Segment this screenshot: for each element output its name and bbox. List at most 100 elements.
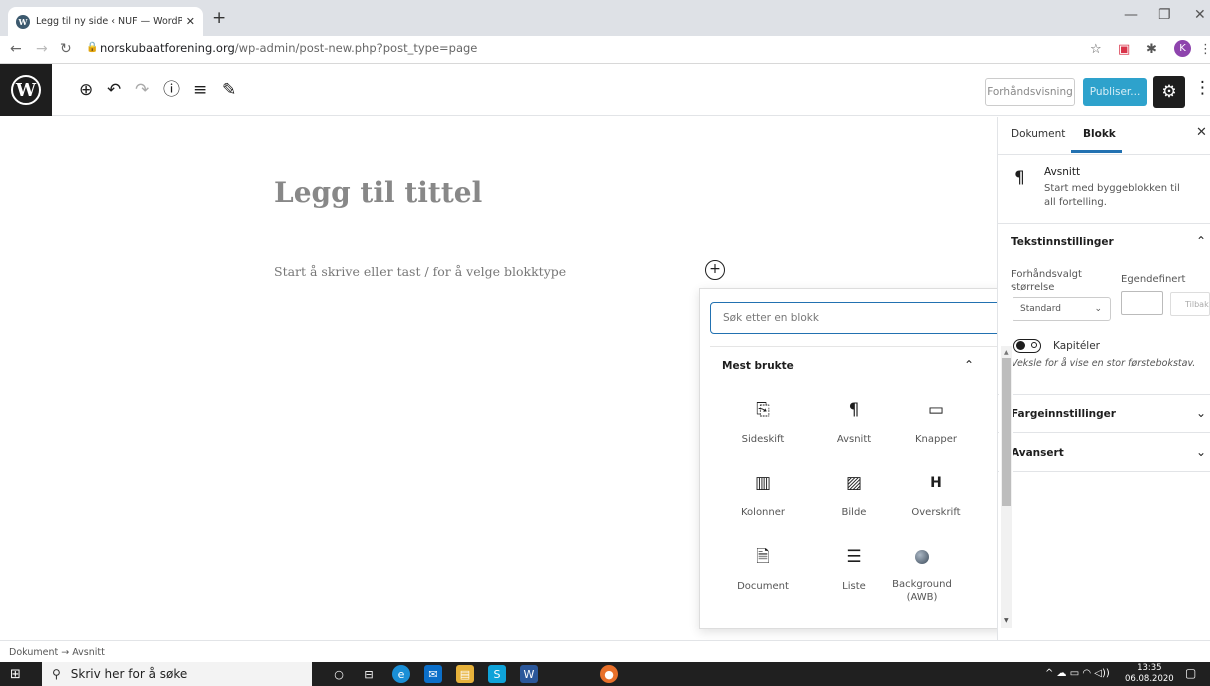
cortana-icon[interactable]: ○ bbox=[330, 665, 348, 683]
chevron-up-icon[interactable]: ⌃ bbox=[1196, 234, 1206, 248]
windows-start-icon[interactable]: ⊞ bbox=[10, 667, 21, 682]
notification-center-icon[interactable]: ▢ bbox=[1185, 666, 1196, 680]
back-icon[interactable]: ← bbox=[10, 41, 22, 57]
inserter-scrollbar-thumb[interactable] bbox=[1002, 358, 1011, 506]
active-tab-indicator bbox=[1071, 150, 1122, 153]
url-text[interactable]: norskubaatforening.org/wp-admin/post-new… bbox=[100, 41, 477, 55]
maximize-icon[interactable]: ❐ bbox=[1158, 7, 1171, 23]
wordpress-logo[interactable]: W bbox=[0, 64, 52, 116]
chevron-down-icon[interactable]: ⌄ bbox=[1196, 406, 1206, 420]
post-title-input[interactable]: Legg til tittel bbox=[274, 176, 482, 209]
reset-button[interactable]: Tilbak bbox=[1170, 292, 1210, 316]
lock-icon[interactable]: 🔒 bbox=[86, 42, 98, 53]
page-break-icon: ⎘ bbox=[756, 400, 770, 420]
toggle-knob bbox=[1016, 341, 1025, 350]
chevron-down-icon: ⌄ bbox=[1094, 304, 1102, 314]
block-item-label: Background (AWB) bbox=[892, 579, 952, 603]
word-icon[interactable]: W bbox=[520, 665, 538, 683]
block-item-document[interactable]: 🗎 Document bbox=[717, 546, 809, 593]
block-breadcrumb[interactable]: Dokument → Avsnitt bbox=[0, 640, 1210, 662]
redo-icon[interactable]: ↷ bbox=[135, 80, 149, 100]
system-tray-icons[interactable]: ^ ☁ ▭ ◠ ◁)) bbox=[1045, 668, 1110, 679]
paragraph-icon: ¶ bbox=[848, 400, 860, 420]
file-explorer-icon[interactable]: ▤ bbox=[456, 665, 474, 683]
color-settings-header[interactable]: Fargeinnstillinger bbox=[1011, 408, 1116, 420]
add-block-icon[interactable]: ⊕ bbox=[79, 80, 93, 100]
extensions-puzzle-icon[interactable]: ✱ bbox=[1146, 42, 1157, 57]
bookmark-star-icon[interactable]: ☆ bbox=[1090, 42, 1102, 57]
text-settings-header[interactable]: Tekstinnstillinger bbox=[1011, 236, 1114, 248]
chevron-down-icon[interactable]: ⌄ bbox=[1196, 445, 1206, 459]
chevron-up-icon[interactable]: ⌃ bbox=[964, 358, 974, 372]
drop-cap-help: Veksle for å vise en stor førstebokstav. bbox=[1011, 358, 1196, 369]
block-item-label: Overskrift bbox=[911, 507, 961, 518]
skype-icon[interactable]: S bbox=[488, 665, 506, 683]
font-size-select-value: Standard bbox=[1020, 304, 1061, 314]
close-tab-icon[interactable]: ✕ bbox=[186, 15, 195, 28]
new-tab-icon[interactable]: + bbox=[212, 8, 226, 28]
clock-time: 13:35 bbox=[1137, 663, 1162, 673]
reload-icon[interactable]: ↻ bbox=[60, 41, 72, 57]
outline-list-icon[interactable]: ≡ bbox=[193, 80, 207, 100]
custom-size-input[interactable] bbox=[1121, 291, 1163, 315]
minimize-icon[interactable]: — bbox=[1124, 7, 1138, 23]
paragraph-placeholder[interactable]: Start å skrive eller tast / for å velge … bbox=[274, 264, 566, 279]
divider bbox=[998, 471, 1210, 472]
block-item-label: Kolonner bbox=[740, 507, 785, 518]
taskbar-search[interactable]: ⚲ Skriv her for å søke bbox=[42, 662, 312, 686]
block-item-background-awb[interactable]: Background (AWB) bbox=[876, 546, 968, 604]
close-window-icon[interactable]: ✕ bbox=[1194, 7, 1206, 23]
document-icon: 🗎 bbox=[756, 547, 770, 567]
task-view-icon[interactable]: ⊟ bbox=[360, 665, 378, 683]
mail-app-icon[interactable]: ✉ bbox=[424, 665, 442, 683]
url-path: /wp-admin/post-new.php?post_type=page bbox=[234, 41, 478, 55]
info-icon[interactable]: ⓘ bbox=[163, 80, 180, 100]
block-card-description: Start med byggeblokken til all fortellin… bbox=[1044, 183, 1180, 208]
url-domain: norskubaatforening.org bbox=[100, 41, 235, 55]
block-search-input[interactable]: Søk etter en blokk bbox=[710, 302, 1002, 334]
buttons-icon: ▭ bbox=[927, 400, 945, 420]
preset-size-label: Forhåndsvalgt størrelse bbox=[1011, 269, 1082, 293]
close-sidebar-icon[interactable]: ✕ bbox=[1196, 125, 1207, 140]
wordpress-favicon-icon: W bbox=[16, 14, 30, 29]
publish-button[interactable]: Publiser... bbox=[1083, 78, 1147, 106]
settings-gear-icon[interactable]: ⚙ bbox=[1153, 76, 1185, 108]
block-item-knapper[interactable]: ▭ Knapper bbox=[890, 399, 982, 446]
tab-block[interactable]: Blokk bbox=[1083, 128, 1116, 140]
block-item-label: Knapper bbox=[915, 434, 957, 445]
clock-date: 06.08.2020 bbox=[1125, 674, 1174, 684]
block-item-label: Avsnitt bbox=[836, 434, 872, 445]
drop-cap-label[interactable]: Kapitéler bbox=[1053, 340, 1100, 352]
undo-icon[interactable]: ↶ bbox=[107, 80, 121, 100]
block-item-kolonner[interactable]: ▥ Kolonner bbox=[717, 472, 809, 519]
block-item-label: Document bbox=[737, 581, 789, 592]
edge-browser-icon[interactable]: e bbox=[392, 665, 410, 683]
edit-tools-icon[interactable]: ✎ bbox=[222, 80, 236, 100]
awb-icon bbox=[876, 546, 968, 568]
chrome-icon[interactable]: ● bbox=[600, 665, 618, 683]
pocket-extension-icon[interactable]: ▣ bbox=[1118, 42, 1130, 57]
browser-tab[interactable]: W Legg til ny side ‹ NUF — WordPr ✕ bbox=[8, 7, 203, 36]
tab-document[interactable]: Dokument bbox=[1011, 128, 1065, 140]
advanced-header[interactable]: Avansert bbox=[1011, 447, 1064, 459]
heading-icon: H bbox=[930, 475, 942, 491]
scroll-down-arrow-icon[interactable]: ▼ bbox=[1004, 617, 1009, 624]
block-item-overskrift[interactable]: H Overskrift bbox=[890, 472, 982, 519]
block-item-label: Bilde bbox=[841, 507, 867, 518]
forward-icon[interactable]: → bbox=[36, 41, 48, 57]
font-size-select[interactable]: Standard ⌄ bbox=[1011, 297, 1111, 321]
taskbar-clock[interactable]: 13:35 06.08.2020 bbox=[1125, 663, 1174, 685]
browser-menu-icon[interactable]: ⋮ bbox=[1199, 42, 1210, 57]
profile-avatar[interactable]: K bbox=[1174, 40, 1191, 57]
block-item-bilde[interactable]: ▨ Bilde bbox=[808, 472, 900, 519]
more-options-icon[interactable]: ⋮ bbox=[1194, 78, 1210, 98]
block-card-title: Avsnitt bbox=[1044, 166, 1081, 178]
drop-cap-toggle[interactable] bbox=[1013, 339, 1041, 353]
preview-button[interactable]: Forhåndsvisning bbox=[985, 78, 1075, 106]
block-item-sideskift[interactable]: ⎘ Sideskift bbox=[717, 399, 809, 446]
most-used-section-title[interactable]: Mest brukte bbox=[722, 360, 794, 372]
scroll-up-arrow-icon[interactable]: ▲ bbox=[1004, 349, 1009, 356]
browser-tab-title: Legg til ny side ‹ NUF — WordPr bbox=[36, 16, 182, 27]
inline-add-block-icon[interactable]: + bbox=[705, 260, 725, 280]
block-item-avsnitt[interactable]: ¶ Avsnitt bbox=[808, 399, 900, 446]
